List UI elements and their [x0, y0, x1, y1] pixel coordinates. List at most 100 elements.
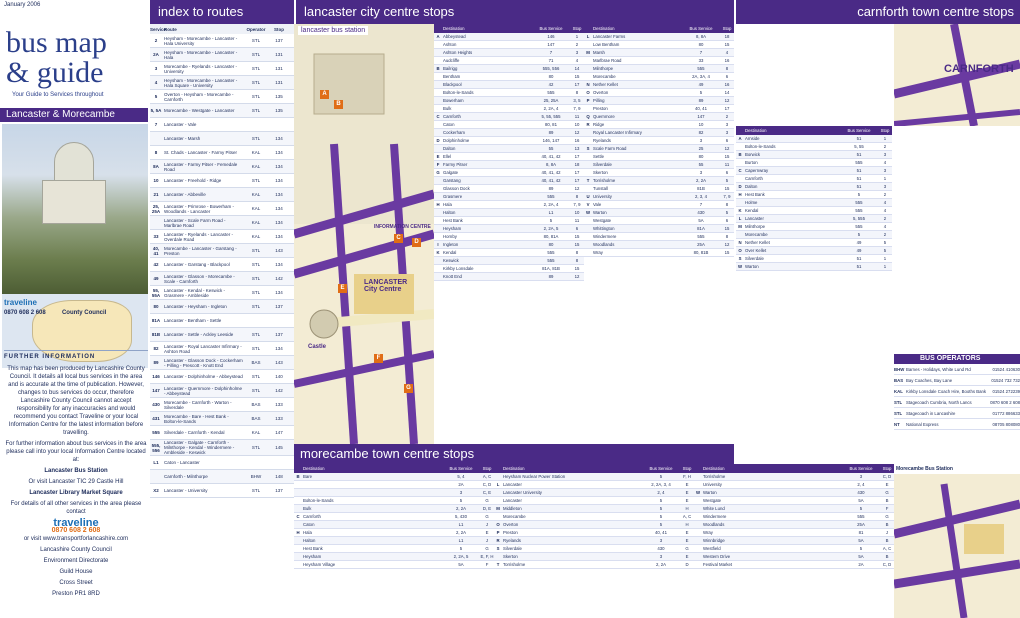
- destination-services: 7: [699, 202, 703, 207]
- destination-row: P Preston 40, 41 E: [494, 529, 694, 537]
- stop-marker[interactable]: B: [334, 100, 343, 109]
- morecambe-destinations-1: Destination Bus Service Stop B Bare 5, 4 A,…: [294, 464, 494, 618]
- publication-date: January 2006: [4, 2, 41, 8]
- route-row: 21 Lancaster - Abbeville KAL 134: [150, 188, 294, 202]
- destination-row: K Kendal 555 8: [434, 249, 584, 257]
- destination-name: Festival Market: [703, 562, 733, 567]
- dest-col-stop: Stop: [882, 466, 892, 471]
- route-operator: STL: [251, 346, 261, 351]
- destination-stop: 5: [725, 178, 729, 183]
- stop-marker[interactable]: G: [404, 384, 413, 393]
- route-stop: 143: [275, 360, 283, 365]
- morecambe-bus-station-map: Morecambe Bus Station: [894, 464, 1020, 618]
- route-stop: 137: [275, 488, 283, 493]
- destination-stop: B: [885, 554, 889, 559]
- destination-stop: 11: [574, 114, 580, 119]
- operator-name: Kirkby Lonsdale Coach Hire, Booths Bank: [906, 388, 987, 394]
- destination-name: Dolphinholme: [443, 138, 470, 143]
- destination-name: Caton: [443, 122, 455, 127]
- destination-name: Bulk: [303, 506, 312, 511]
- destination-services: 2, 2A, 3, 4: [651, 482, 671, 487]
- destination-stop: 4: [883, 208, 887, 213]
- destination-stop: 7, 9: [573, 202, 581, 207]
- destination-services: 3: [659, 538, 663, 543]
- destination-stop: 3: [575, 50, 579, 55]
- route-description: Lancaster - Heysham - Ingleton: [164, 304, 227, 309]
- destination-stop: 1: [883, 176, 887, 181]
- destination-row: N Nether Kellet 49 5: [736, 239, 892, 247]
- destination-letter: P: [586, 98, 590, 103]
- destination-row: Caton L1 J: [294, 521, 494, 529]
- destination-name: Borwick: [745, 152, 761, 157]
- destination-stop: 15: [574, 234, 580, 239]
- stop-marker[interactable]: C: [394, 234, 403, 243]
- route-row: 40, 41 Morecambe - Lancaster - Garstang -…: [150, 244, 294, 258]
- route-stop: 131: [275, 52, 283, 57]
- route-service-number: 2A: [153, 52, 159, 57]
- destination-services: 7: [699, 50, 703, 55]
- destination-name: Lancaster: [503, 498, 522, 503]
- destination-services: 2, 4: [657, 490, 665, 495]
- destination-row: B Bailrigg 555, 556 14: [434, 65, 584, 73]
- destination-stop: 15: [574, 74, 580, 79]
- destination-services: 7: [549, 50, 553, 55]
- stop-marker[interactable]: A: [320, 90, 329, 99]
- route-service-number: 4: [154, 80, 158, 85]
- destination-services: 25, 25A: [543, 98, 559, 103]
- operators-title: BUS OPERATORS: [894, 354, 1020, 364]
- destination-services: 146, 147: [542, 138, 560, 143]
- route-row: 10 Lancaster - Freehold - Ridge STL 134: [150, 174, 294, 188]
- dest-col-stop: Stop: [482, 466, 492, 471]
- destination-row: Heysham Nuclear Power Station 5 F, H: [494, 473, 694, 481]
- destination-row: Heysham 2, 2A, 5 6: [434, 225, 584, 233]
- destination-stop: B: [885, 538, 889, 543]
- route-description: Lancaster - Galgate - Carnforth - Milnth…: [164, 440, 235, 455]
- destination-name: Torrisholme: [703, 474, 726, 479]
- route-service-number: 430: [152, 402, 160, 407]
- morecambe-dest-rows: B Bare 5, 4 A, C 2A C, D 3 C, E Bolton-le-Sands 5…: [294, 473, 494, 569]
- destination-services: 3: [859, 474, 863, 479]
- destination-row: L Lancaster Farms 8, 8A 18: [584, 33, 734, 41]
- destination-services: 555: [855, 208, 863, 213]
- destination-name: Preston: [593, 106, 608, 111]
- destination-row: Winnbridge 5A B: [694, 537, 894, 545]
- destination-row: Milnthorpe 555 8: [584, 65, 734, 73]
- destination-stop: 15: [724, 250, 730, 255]
- destination-name: Audcliffe: [443, 58, 460, 63]
- destination-row: Bolton-le-Sands 5 G: [294, 497, 494, 505]
- destination-letter: C: [738, 168, 742, 173]
- destination-letter: A: [436, 34, 440, 39]
- destination-row: Bolton-le-Sands 5, 55 2: [736, 143, 892, 151]
- route-row: Lancaster - Scale Farm Road - Marlbrae R…: [150, 216, 294, 230]
- destination-stop: B: [885, 522, 889, 527]
- route-service-number: 80: [153, 304, 159, 309]
- route-description: Lancaster - Settle - Ackley Leeside: [164, 332, 234, 337]
- stop-marker[interactable]: D: [412, 238, 421, 247]
- destination-stop: 15: [724, 42, 730, 47]
- route-stop: 134: [275, 150, 283, 155]
- destination-stop: 1: [883, 264, 887, 269]
- destination-row: Q Quernmore 147 2: [584, 113, 734, 121]
- ashton-memorial-photo: [2, 124, 148, 294]
- operator-code: STL: [894, 399, 903, 405]
- stop-marker[interactable]: F: [374, 354, 383, 363]
- destination-stop: 11: [724, 162, 730, 167]
- route-row: 55, 55A Lancaster - Kendal - Keswick - Gr…: [150, 286, 294, 300]
- destination-services: 80, 81A: [543, 234, 559, 239]
- stop-marker[interactable]: E: [338, 284, 347, 293]
- destination-stop: 12: [574, 186, 580, 191]
- destination-letter: G: [436, 170, 440, 175]
- destination-row: B Bare 5, 4 A, C: [294, 473, 494, 481]
- route-service-number: 49: [153, 276, 159, 281]
- destination-stop: E: [685, 482, 689, 487]
- destination-name: Marsh: [593, 50, 605, 55]
- route-description: Carnforth - Milnthorpe: [164, 474, 208, 479]
- route-operator: STL: [251, 332, 261, 337]
- website-link[interactable]: or visit www.transportforlancashire.com: [4, 535, 148, 543]
- destination-stop: 15: [574, 242, 580, 247]
- destination-row: A Arnside 51 1: [736, 135, 892, 143]
- destination-name: Hala: [443, 202, 452, 207]
- destination-stop: 8: [575, 258, 579, 263]
- routes-index-table: Service Route Operator Stop 2 Heysham - M…: [150, 24, 294, 618]
- destination-name: Warton: [593, 210, 607, 215]
